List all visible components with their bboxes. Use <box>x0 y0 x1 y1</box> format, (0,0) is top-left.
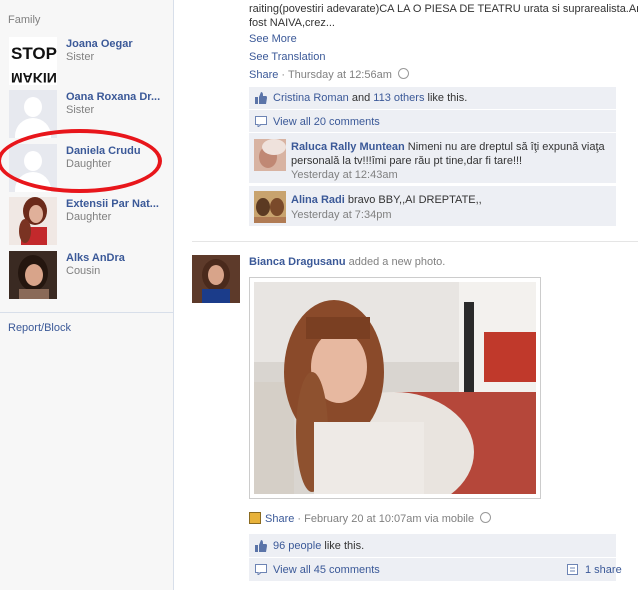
member-relation: Daughter <box>66 211 112 223</box>
comment: Alina Radi bravo BBY,,AI DREPTATE,, Yest… <box>249 186 616 227</box>
divider <box>0 312 173 313</box>
report-block-link[interactable]: Report/Block <box>8 322 71 334</box>
comment: Raluca Rally Muntean Nimeni nu are drept… <box>249 133 616 184</box>
default-avatar-icon[interactable] <box>9 144 57 192</box>
post-author[interactable]: Bianca Dragusanu <box>249 256 346 268</box>
member-name[interactable]: Extensii Par Nat... <box>66 198 159 210</box>
family-title: Family <box>8 14 41 26</box>
comment-text: Nimeni nu are dreptul să îţi expună viaţ… <box>407 141 605 153</box>
post-action: added a new photo. <box>348 256 446 268</box>
comment-author[interactable]: Raluca Rally Muntean <box>291 141 405 153</box>
commenter-avatar[interactable] <box>254 139 286 171</box>
member-name[interactable]: Joana Oegar <box>66 38 133 50</box>
comment-icon <box>255 116 267 129</box>
author-avatar[interactable] <box>192 255 240 303</box>
share-link[interactable]: Share <box>249 69 278 81</box>
post-meta: Share · Thursday at 12:56am <box>249 68 409 81</box>
view-all-comments-link[interactable]: View all 20 comments <box>273 116 380 128</box>
post-text: fost NAIVA,crez... <box>249 17 335 29</box>
timestamp[interactable]: Thursday at 12:56am <box>288 69 392 81</box>
liker-name[interactable]: Cristina Roman <box>273 92 349 104</box>
comment-icon <box>255 564 267 577</box>
view-all-comments-link[interactable]: View all 45 comments <box>273 564 380 576</box>
family-member[interactable]: Daniela Crudu Daughter <box>9 144 169 194</box>
like-icon <box>255 92 267 104</box>
likes-and: and <box>348 92 374 104</box>
likes-suffix: like this. <box>424 92 468 104</box>
mobile-upload-icon <box>249 512 261 524</box>
default-avatar-icon[interactable] <box>9 90 57 138</box>
member-relation: Sister <box>66 104 95 116</box>
member-thumbnail[interactable] <box>9 251 57 299</box>
post-meta: Share · February 20 at 10:07am via mobil… <box>249 512 492 525</box>
likes-bar: Cristina Roman and 113 others like this. <box>249 87 616 110</box>
photo-frame[interactable] <box>249 277 541 499</box>
likes-text: Cristina Roman and 113 others like this. <box>273 92 467 104</box>
news-feed: raiting(povestiri adevarate)CA LA O PIES… <box>174 0 638 590</box>
comments-bar: View all 45 comments 1 share <box>249 558 622 582</box>
comment-time[interactable]: Yesterday at 7:34pm <box>291 209 392 221</box>
share-link[interactable]: Share <box>265 513 294 525</box>
timestamp[interactable]: February 20 at 10:07am via mobile <box>304 513 474 525</box>
family-member[interactable]: Oana Roxana Dr... Sister <box>9 90 169 140</box>
member-photo <box>9 197 57 245</box>
post-text: raiting(povestiri adevarate)CA LA O PIES… <box>249 3 638 15</box>
family-member[interactable]: Alks AnDra Cousin <box>9 251 169 301</box>
member-name[interactable]: Alks AnDra <box>66 252 125 264</box>
family-sidebar: Family STOP MAKING Joana Oegar Sister Oa… <box>0 0 174 590</box>
post-divider <box>192 241 638 242</box>
comment-time[interactable]: Yesterday at 12:43am <box>291 169 398 181</box>
member-relation: Daughter <box>66 158 112 170</box>
family-member[interactable]: Extensii Par Nat... Daughter <box>9 197 169 247</box>
comment-text: personală la tv!!!îmi pare rău pt tine,d… <box>291 155 523 167</box>
see-translation-link[interactable]: See Translation <box>249 51 325 63</box>
globe-icon <box>480 512 492 523</box>
svg-text:STOP: STOP <box>11 44 57 63</box>
family-member[interactable]: STOP MAKING Joana Oegar Sister <box>9 37 169 87</box>
member-thumbnail[interactable] <box>9 197 57 245</box>
commenter-avatar[interactable] <box>254 191 286 223</box>
stop-making-image: STOP MAKING <box>9 37 57 85</box>
member-photo <box>9 251 57 299</box>
likes-suffix: like this. <box>321 540 365 552</box>
comments-bar: View all 20 comments <box>249 110 616 133</box>
likes-text: 96 people like this. <box>273 540 364 552</box>
globe-icon <box>397 68 409 79</box>
comment-text: bravo BBY,,AI DREPTATE,, <box>347 194 482 206</box>
like-icon <box>255 540 267 552</box>
post-header: Bianca Dragusanu added a new photo. <box>249 256 445 268</box>
comment-line: Raluca Rally Muntean Nimeni nu are drept… <box>291 141 605 153</box>
member-name[interactable]: Oana Roxana Dr... <box>66 91 160 103</box>
member-thumbnail[interactable]: STOP MAKING <box>9 37 57 85</box>
member-relation: Cousin <box>66 265 101 277</box>
post-photo[interactable] <box>254 282 536 494</box>
svg-text:MAKING: MAKING <box>11 70 57 85</box>
see-more-link[interactable]: See More <box>249 33 297 45</box>
likes-bar: 96 people like this. <box>249 534 616 558</box>
likes-count-link[interactable]: 96 people <box>273 540 321 552</box>
others-link[interactable]: 113 others <box>373 92 424 104</box>
member-name[interactable]: Daniela Crudu <box>66 145 141 157</box>
comment-line: Alina Radi bravo BBY,,AI DREPTATE,, <box>291 194 482 206</box>
member-relation: Sister <box>66 51 95 63</box>
comment-author[interactable]: Alina Radi <box>291 194 345 206</box>
shares-link[interactable]: 1 share <box>585 564 622 576</box>
share-count-icon <box>567 564 579 575</box>
